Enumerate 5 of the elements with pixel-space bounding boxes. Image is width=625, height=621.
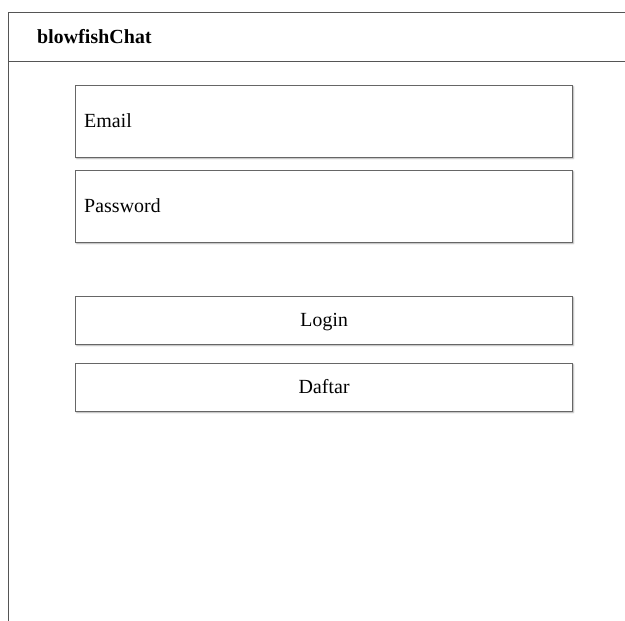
app-title: blowfishChat <box>37 26 152 48</box>
email-field[interactable]: Email <box>75 85 573 158</box>
login-button[interactable]: Login <box>75 296 573 345</box>
register-button[interactable]: Daftar <box>75 363 573 412</box>
password-field[interactable]: Password <box>75 170 573 243</box>
